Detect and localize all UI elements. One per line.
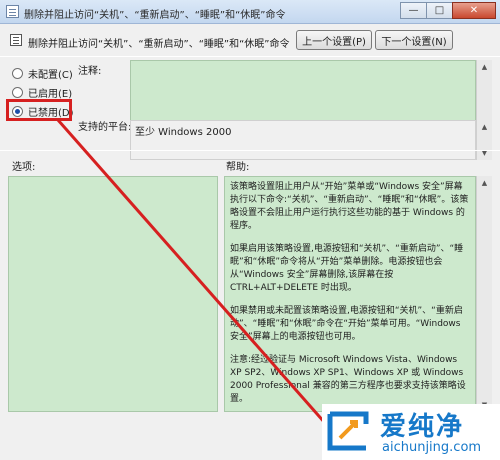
window-titlebar: 删除并阻止访问“关机”、“重新启动”、“睡眠”和“休眠”命令 — □ ✕ xyxy=(0,0,500,24)
next-setting-button[interactable]: 下一个设置(N) xyxy=(375,30,453,50)
maximize-button[interactable]: □ xyxy=(426,2,453,19)
scroll-up-icon[interactable]: ▲ xyxy=(477,60,492,74)
radio-circle[interactable] xyxy=(12,68,23,79)
platform-scrollbar[interactable]: ▲ ▼ xyxy=(476,120,492,160)
scroll-up-icon[interactable]: ▲ xyxy=(477,120,492,134)
policy-setting-icon xyxy=(10,34,22,46)
radio-not-configured[interactable]: 未配置(C) xyxy=(12,66,73,81)
watermark-brand: 爱纯净 xyxy=(380,412,465,442)
watermark: 爱纯净 aichunjing.com xyxy=(322,404,500,460)
radio-label: 未配置(C) xyxy=(28,70,73,81)
platform-label: 支持的平台: xyxy=(78,122,132,133)
close-button[interactable]: ✕ xyxy=(452,2,496,19)
policy-header: 删除并阻止访问“关机”、“重新启动”、“睡眠”和“休眠”命令 上一个设置(P) … xyxy=(8,30,492,52)
header-divider xyxy=(0,56,500,57)
dialog-content: 删除并阻止访问“关机”、“重新启动”、“睡眠”和“休眠”命令 上一个设置(P) … xyxy=(0,24,500,460)
watermark-url: aichunjing.com xyxy=(382,440,482,455)
annotation-highlight-box xyxy=(6,99,72,121)
scroll-up-icon[interactable]: ▲ xyxy=(477,176,492,190)
platform-value: 至少 Windows 2000 xyxy=(130,120,476,160)
radio-circle[interactable] xyxy=(12,87,23,98)
options-panel xyxy=(8,176,218,412)
window-controls: — □ ✕ xyxy=(400,2,496,19)
help-scrollbar[interactable]: ▲ ▼ xyxy=(476,176,492,412)
policy-window-icon xyxy=(6,5,19,18)
radio-label: 已启用(E) xyxy=(28,89,73,100)
previous-setting-button[interactable]: 上一个设置(P) xyxy=(296,30,372,50)
scroll-down-icon[interactable]: ▼ xyxy=(477,146,492,160)
comment-label: 注释: xyxy=(78,66,102,77)
help-label: 帮助: xyxy=(226,162,250,173)
help-paragraph: 如果禁用或未配置该策略设置,电源按钮和“关机”、“重新启动”、“睡眠”和“休眠”… xyxy=(230,306,463,342)
help-paragraph: 注意:经过验证与 Microsoft Windows Vista、Windows… xyxy=(230,355,466,404)
radio-enabled[interactable]: 已启用(E) xyxy=(12,85,72,100)
policy-name: 删除并阻止访问“关机”、“重新启动”、“睡眠”和“休眠”命令 xyxy=(28,39,290,50)
section-divider xyxy=(0,150,500,151)
help-panel: 该策略设置阻止用户从“开始”菜单或“Windows 安全”屏幕执行以下命令:“关… xyxy=(224,176,476,412)
minimize-button[interactable]: — xyxy=(400,2,427,19)
help-paragraph: 该策略设置阻止用户从“开始”菜单或“Windows 安全”屏幕执行以下命令:“关… xyxy=(230,182,469,231)
help-paragraph: 如果启用该策略设置,电源按钮和“关机”、“重新启动”、“睡眠”和“休眠”命令将从… xyxy=(230,244,464,293)
options-label: 选项: xyxy=(12,162,36,173)
window-title: 删除并阻止访问“关机”、“重新启动”、“睡眠”和“休眠”命令 xyxy=(24,10,286,21)
brand-logo-icon xyxy=(327,411,369,451)
